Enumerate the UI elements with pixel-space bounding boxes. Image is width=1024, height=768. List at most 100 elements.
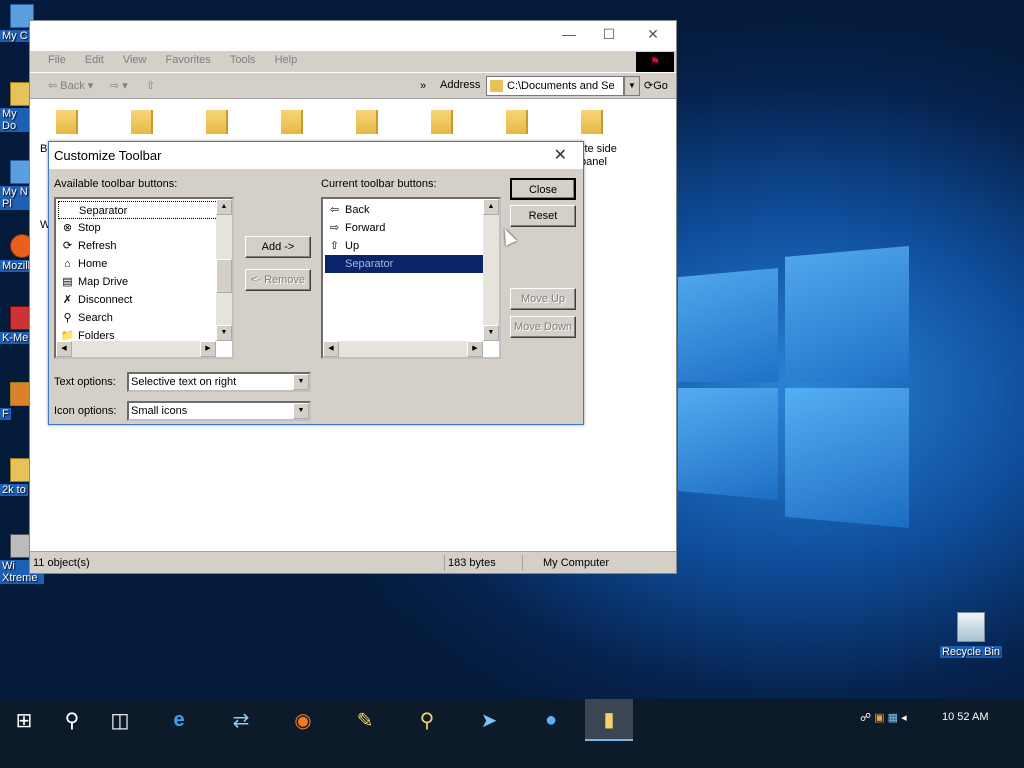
menu-help[interactable]: Help xyxy=(267,51,306,66)
close-button[interactable]: Close xyxy=(510,178,576,200)
folder-icon[interactable] xyxy=(56,110,78,134)
chevron-down-icon[interactable]: ▼ xyxy=(293,403,309,419)
remove-button[interactable]: <- Remove xyxy=(245,269,311,291)
desktop-icon-my-computer[interactable]: My C xyxy=(0,4,34,42)
folder-label: panel xyxy=(580,156,607,168)
available-buttons-list[interactable]: Separator ⊗ Stop ⟳ Refresh ⌂ Home ▤ Map Driv… xyxy=(54,197,234,359)
address-input[interactable]: C:\Documents and Se xyxy=(486,76,624,96)
scroll-up-arrow-icon[interactable]: ▲ xyxy=(483,199,499,215)
taskbar-notepad[interactable]: ✎ xyxy=(341,699,389,741)
task-view-icon: ◫ xyxy=(110,709,130,732)
maximize-button[interactable]: ☐ xyxy=(598,24,620,44)
list-item-separator[interactable]: Separator xyxy=(58,201,218,219)
minimize-button[interactable]: — xyxy=(558,24,580,44)
chart-tray-icon[interactable]: ▦ xyxy=(888,712,898,724)
move-down-button[interactable]: Move Down xyxy=(510,316,576,338)
list-item-up[interactable]: ⇧ Up xyxy=(325,237,485,255)
internet-explorer-icon: e xyxy=(173,708,185,731)
map-drive-icon: ▤ xyxy=(62,276,73,288)
volume-tray-icon[interactable]: ◂ xyxy=(901,712,907,724)
tray-icons[interactable]: ☍ ▣ ▦ ◂ xyxy=(860,711,907,724)
file-explorer-icon: ▮ xyxy=(603,708,615,731)
taskbar-internet-explorer[interactable]: e xyxy=(155,699,203,741)
taskbar-magnifier[interactable]: ⚲ xyxy=(403,699,451,741)
scroll-left-arrow-icon[interactable]: ◀ xyxy=(323,341,339,357)
list-item-search[interactable]: ⚲ Search xyxy=(58,309,218,327)
menu-edit[interactable]: Edit xyxy=(77,51,112,66)
list-item-label: Stop xyxy=(78,222,101,234)
list-item-separator-selected[interactable]: Separator xyxy=(325,255,485,273)
vertical-scrollbar[interactable]: ▲ ▼ xyxy=(216,199,232,341)
menu-tools[interactable]: Tools xyxy=(222,51,264,66)
desktop-icon-my-documents[interactable]: My Do xyxy=(0,82,34,132)
app-tray-icon[interactable]: ▣ xyxy=(874,712,884,724)
close-window-button[interactable]: ✕ xyxy=(642,24,664,44)
forward-button[interactable]: ⇨ ▾ xyxy=(110,77,128,95)
folder-icon[interactable] xyxy=(281,110,303,134)
scroll-down-arrow-icon[interactable]: ▼ xyxy=(483,325,499,341)
folder-icon[interactable] xyxy=(206,110,228,134)
list-item-back[interactable]: ⇦ Back xyxy=(325,201,485,219)
task-view-button[interactable]: ◫ xyxy=(96,699,144,741)
up-folder-button[interactable]: ⇧ xyxy=(146,77,155,95)
list-item-disconnect[interactable]: ✗ Disconnect xyxy=(58,291,218,309)
current-buttons-list[interactable]: ⇦ Back ⇨ Forward ⇧ Up Separator ▲ ▼ ◀ ▶ xyxy=(321,197,501,359)
toolbar-overflow-chevron-icon[interactable]: » xyxy=(420,77,426,95)
search-icon: ⚲ xyxy=(63,312,72,324)
folder-icon[interactable] xyxy=(431,110,453,134)
desktop-icon-mozilla[interactable]: Mozill xyxy=(0,234,34,272)
back-button[interactable]: ⇦ Back ▾ xyxy=(48,77,93,95)
vertical-scrollbar[interactable]: ▲ ▼ xyxy=(483,199,499,341)
go-button[interactable]: ⟳Go xyxy=(644,79,668,92)
desktop-icon-my-network[interactable]: My N Pl xyxy=(0,160,34,210)
desktop-icon-2k[interactable]: 2k to xyxy=(0,458,34,496)
folder-icon[interactable] xyxy=(356,110,378,134)
horizontal-scrollbar[interactable]: ◀ ▶ xyxy=(323,341,483,357)
search-button[interactable]: ⚲ xyxy=(48,699,96,741)
start-icon: ⊞ xyxy=(15,709,33,732)
list-item-home[interactable]: ⌂ Home xyxy=(58,255,218,273)
list-item-stop[interactable]: ⊗ Stop xyxy=(58,219,218,237)
scroll-down-arrow-icon[interactable]: ▼ xyxy=(216,325,232,341)
menu-file[interactable]: File xyxy=(40,51,74,66)
folder-icon[interactable] xyxy=(131,110,153,134)
scroll-right-arrow-icon[interactable]: ▶ xyxy=(200,341,216,357)
desktop-icon-kmeleon[interactable]: K-Me xyxy=(0,306,34,344)
list-item-label: Separator xyxy=(345,258,394,270)
dialog-close-icon[interactable]: ✕ xyxy=(554,142,567,169)
taskbar-mail[interactable]: ➤ xyxy=(465,699,513,741)
list-item-map-drive[interactable]: ▤ Map Drive xyxy=(58,273,218,291)
icon-options-select[interactable]: Small icons ▼ xyxy=(127,401,311,421)
taskbar-sync[interactable]: ⇄ xyxy=(217,699,265,741)
menu-view[interactable]: View xyxy=(115,51,155,66)
list-item-refresh[interactable]: ⟳ Refresh xyxy=(58,237,218,255)
go-label: Go xyxy=(653,80,668,92)
clock[interactable]: 10 52 AM xyxy=(942,711,988,723)
menu-favorites[interactable]: Favorites xyxy=(158,51,219,66)
address-dropdown-button[interactable]: ▼ xyxy=(624,76,640,96)
available-buttons-label: Available toolbar buttons: xyxy=(54,178,178,190)
desktop-icon-f[interactable]: F xyxy=(0,382,34,420)
horizontal-scrollbar[interactable]: ◀ ▶ xyxy=(56,341,216,357)
folder-icon[interactable] xyxy=(581,110,603,134)
start-button[interactable]: ⊞ xyxy=(0,699,48,741)
desktop-icon-recycle-bin[interactable]: Recycle Bin xyxy=(938,612,1004,658)
scroll-left-arrow-icon[interactable]: ◀ xyxy=(56,341,72,357)
scroll-thumb[interactable] xyxy=(216,259,232,293)
chevron-down-icon[interactable]: ▼ xyxy=(293,374,309,390)
taskbar-globe[interactable]: ● xyxy=(527,699,575,741)
reset-button[interactable]: Reset xyxy=(510,205,576,227)
taskbar-firefox[interactable]: ◉ xyxy=(279,699,327,741)
add-button[interactable]: Add -> xyxy=(245,236,311,258)
list-item-forward[interactable]: ⇨ Forward xyxy=(325,219,485,237)
search-icon: ⚲ xyxy=(64,709,80,732)
recycle-bin-icon xyxy=(957,612,985,642)
scroll-right-arrow-icon[interactable]: ▶ xyxy=(467,341,483,357)
move-up-button[interactable]: Move Up xyxy=(510,288,576,310)
taskbar-file-explorer[interactable]: ▮ xyxy=(585,699,633,741)
folder-icon[interactable] xyxy=(506,110,528,134)
network-tray-icon[interactable]: ☍ xyxy=(860,712,871,724)
scroll-up-arrow-icon[interactable]: ▲ xyxy=(216,199,232,215)
text-options-select[interactable]: Selective text on right ▼ xyxy=(127,372,311,392)
explorer-toolbar: ⇦ Back ▾ ⇨ ▾ ⇧ » Address C:\Documents an… xyxy=(30,73,676,99)
